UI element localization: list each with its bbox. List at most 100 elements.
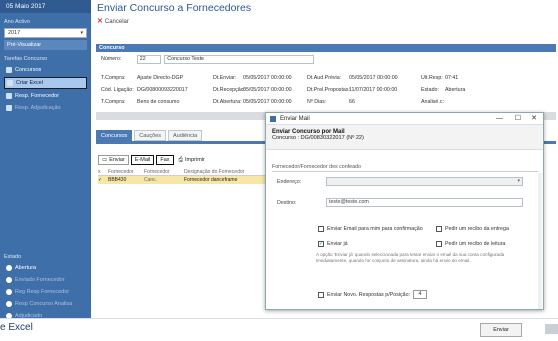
reply-icon	[6, 93, 12, 99]
cancel-label: Cancelar	[104, 19, 129, 25]
receipt-checkbox[interactable]: Pedir um recibo da entrega	[436, 226, 509, 232]
state-label: Abertura	[15, 265, 37, 271]
field-value: Bens de consumo	[137, 99, 180, 105]
tab-bar: Concursos Cauções Audiência	[96, 130, 203, 141]
destino-label: Destino:	[277, 199, 297, 206]
state-item-abertura[interactable]: Abertura	[0, 262, 91, 274]
field-value: 05/05/2017 00:00:00	[243, 75, 292, 81]
status-icon	[6, 289, 12, 295]
state-label: Enviado Fornecedor	[15, 277, 65, 283]
dialog-header: Enviar Concurso por Mail Concurso : DG/0…	[266, 125, 543, 150]
checkbox-label: Enviar Novo. Respostas p/Posição:	[327, 291, 411, 298]
info-row-2: Cód. Ligação: DG/00800093220017 Dt.Recepçã…	[101, 87, 465, 93]
field-label: Cód. Ligação:	[101, 87, 134, 93]
left-sidebar: 05 Maio 2017 Ano Activo 2017 ▾ Pré-Visua…	[0, 0, 91, 319]
table-cell	[144, 176, 184, 184]
field-label: Dt.Recepção:	[213, 87, 246, 93]
field-label: Analisé.c:	[421, 99, 444, 105]
chevron-down-icon: ▾	[517, 178, 520, 184]
resend-checkbox[interactable]: Enviar Novo. Respostas p/Posição: 4	[318, 290, 428, 299]
printer-icon: ⎙	[178, 156, 183, 163]
year-select[interactable]: 2017 ▾	[4, 28, 87, 38]
bottom-strip: e Excel Enviar	[0, 318, 558, 341]
field-label: T.Compra:	[101, 99, 126, 105]
send-toolbar: ▭ Enviar E-Mail Fax ⎙ Imprimir	[98, 154, 208, 165]
field-value: 66	[349, 99, 355, 105]
tab-audiencia[interactable]: Audiência	[168, 130, 203, 141]
field-label: Estado:	[421, 87, 439, 93]
checkbox-box	[436, 226, 442, 232]
field-label: Dt.Enviar:	[213, 75, 237, 81]
field-label: Dt.Abertura:	[213, 99, 242, 105]
info-icon	[6, 265, 12, 271]
year-section-label: Ano Activo	[4, 19, 30, 25]
dialog-header-subtitle: Concurso : DG/00830322017 (Nº 22)	[272, 135, 364, 141]
checkbox-box	[318, 291, 324, 298]
enviar-button[interactable]: Enviar	[480, 323, 522, 337]
scroll-thumb[interactable]	[545, 324, 558, 334]
endereco-row: Endereço: ▾	[277, 177, 523, 186]
sidebar-item-label: Criar Excel	[16, 80, 43, 86]
field-label: Dt.Prel.Propostas:	[307, 87, 350, 93]
sidebar-item-resp-fornecedor[interactable]: Resp. Fornecedor	[0, 90, 91, 102]
maximize-icon[interactable]: ☐	[515, 113, 521, 125]
state-label: Reg Resp Fornecedor	[15, 289, 70, 295]
field-label: Ult.Resp:	[421, 75, 443, 81]
dialog-scrollbar[interactable]	[538, 173, 542, 309]
field-label: Nº Dias:	[307, 99, 327, 105]
field-value: 05/05/2017 00:00:00	[243, 87, 292, 93]
state-label: Resp Concurso Analisa	[15, 301, 73, 307]
endereco-select[interactable]: ▾	[326, 177, 523, 186]
app-icon	[270, 116, 276, 122]
tasks-section-label: Tarefas Concurso	[4, 56, 48, 62]
sidebar-item-concursos[interactable]: Concursos	[0, 64, 91, 76]
document-icon: ▭	[102, 156, 108, 163]
field-value: 05/05/2017 00:00:00	[349, 75, 398, 81]
checkbox-label: Pedir um recibo da entrega	[445, 226, 509, 232]
page-title: Enviar Concurso a Fornecedores	[97, 2, 252, 14]
state-item-enviado[interactable]: Enviado Fornecedor	[0, 274, 91, 286]
sidebar-item-label: Concursos	[15, 67, 42, 73]
chevron-down-icon: ▾	[80, 30, 83, 36]
numero-row: Número: 22 Concurso Teste	[101, 55, 315, 64]
tab-caucoes[interactable]: Cauções	[134, 130, 167, 141]
fax-button[interactable]: Fax	[156, 154, 174, 165]
minimize-icon[interactable]: —	[496, 113, 503, 125]
tab-concursos[interactable]: Concursos	[96, 130, 133, 141]
print-label: Imprimir	[184, 156, 205, 163]
checkbox-label: Enviar já	[327, 241, 348, 247]
print-button[interactable]: ⎙ Imprimir	[175, 154, 208, 165]
divider	[272, 171, 538, 172]
caption-text: e Excel	[0, 322, 33, 333]
email-button[interactable]: E-Mail	[130, 154, 155, 165]
sidebar-item-criar-excel[interactable]: Criar Excel	[4, 77, 87, 89]
send-button[interactable]: ▭ Enviar	[98, 154, 129, 165]
cancel-button[interactable]: ✕ Cancelar	[97, 17, 129, 25]
close-icon[interactable]: ✕	[531, 113, 537, 125]
sidebar-item-resp-adjudicacao[interactable]: Resp. Adjudicação	[0, 102, 91, 114]
row-checkbox[interactable]: ✓	[98, 176, 108, 184]
numero-desc-field[interactable]: Concurso Teste	[164, 55, 315, 64]
status-icon	[6, 301, 12, 307]
column-header: x	[98, 169, 101, 175]
column-header: Fornecedor	[108, 169, 134, 175]
numero-label: Número:	[101, 56, 122, 62]
resend-number-field[interactable]: 4	[413, 290, 428, 299]
state-item-reg-resp[interactable]: Reg Resp Fornecedor	[0, 286, 91, 298]
confirm-checkbox[interactable]: Enviar Email para mim para confirmação	[318, 226, 423, 232]
field-value: Ajuste Directo-DGP	[137, 75, 184, 81]
send-now-checkbox[interactable]: ✓ Enviar já	[318, 241, 348, 247]
destino-input[interactable]: teste@teste.com	[326, 198, 523, 207]
send-label: Enviar	[109, 156, 125, 163]
preview-button[interactable]: Pré-Visualizar	[4, 40, 87, 50]
field-value: 05/05/2017 00:00:00	[243, 99, 292, 105]
excel-icon	[7, 80, 13, 86]
numero-field[interactable]: 22	[136, 55, 161, 64]
read-receipt-checkbox[interactable]: Pedir um recibo de leitura	[436, 241, 505, 247]
field-value: 11/07/2017 00:00:00	[349, 87, 398, 93]
folder-icon	[6, 67, 12, 73]
sidebar-item-label: Resp. Fornecedor	[15, 93, 60, 99]
info-row-1: T.Compra: Ajuste Directo-DGP Dt.Enviar: 05/…	[101, 75, 458, 81]
sidebar-item-label: Resp. Adjudicação	[15, 105, 61, 111]
state-item-resp-concurso[interactable]: Resp Concurso Analisa	[0, 298, 91, 310]
